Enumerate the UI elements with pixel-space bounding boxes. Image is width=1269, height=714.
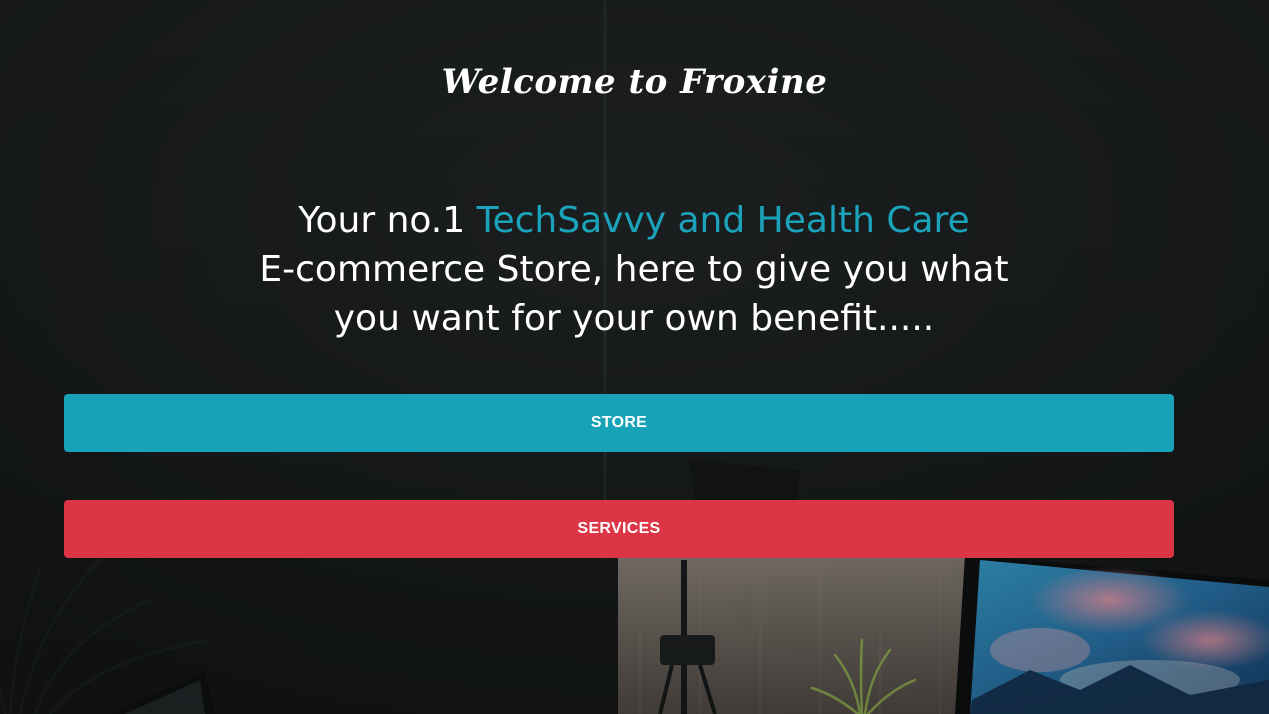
landing-page: Welcome to Froxine Your no.1 TechSavvy a…: [0, 0, 1269, 714]
background-photo: [0, 0, 1269, 714]
welcome-heading: Welcome to Froxine: [441, 62, 828, 102]
hero-tagline: Your no.1 TechSavvy and Health Care E-co…: [234, 196, 1034, 343]
tagline-line-2: E-commerce Store, here to give you what: [259, 249, 1009, 290]
tagline-prefix: Your no.1: [298, 200, 477, 241]
tagline-line-3: you want for your own benefit.....: [333, 298, 935, 339]
store-button[interactable]: STORE: [64, 394, 1174, 452]
services-button[interactable]: SERVICES: [64, 500, 1174, 558]
tagline-accent: TechSavvy and Health Care: [476, 200, 970, 241]
